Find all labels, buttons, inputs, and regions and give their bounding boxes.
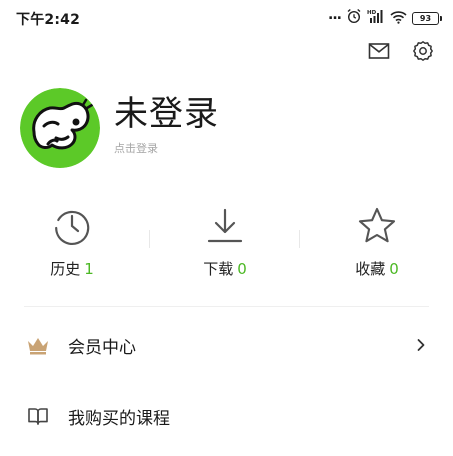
stat-divider (149, 230, 150, 248)
app-logo-icon (20, 88, 100, 168)
stat-download-label: 下载 0 (203, 260, 247, 278)
battery-icon: 93 (412, 11, 442, 25)
stat-download[interactable]: 下载 0 (165, 204, 285, 279)
svg-text:HD: HD (367, 10, 377, 16)
settings-icon[interactable] (411, 39, 435, 63)
book-icon (26, 404, 50, 428)
stats-bar: 历史 1 下载 0 收藏 0 (0, 204, 453, 284)
login-link[interactable]: 点击登录 (114, 140, 219, 156)
mail-icon[interactable] (367, 39, 391, 63)
stat-favorites[interactable]: 收藏 0 (317, 204, 437, 279)
profile-header: 未登录 点击登录 (20, 88, 219, 168)
avatar[interactable] (20, 88, 100, 168)
stat-history[interactable]: 历史 1 (12, 204, 132, 279)
stat-favorites-count: 0 (389, 260, 399, 278)
notification-dots: ... (328, 7, 342, 23)
menu-item-membership[interactable]: 会员中心 (0, 325, 453, 365)
stat-favorites-label: 收藏 0 (355, 260, 399, 278)
menu-item-purchased-courses[interactable]: 我购买的课程 (0, 396, 453, 436)
alarm-icon (346, 8, 362, 28)
stat-download-count: 0 (237, 260, 247, 278)
stat-history-count: 1 (84, 260, 94, 278)
status-bar: 下午2:42 ... HD 93 (0, 0, 453, 36)
menu-item-label: 会员中心 (68, 337, 136, 358)
chevron-right-icon (415, 337, 427, 353)
stat-history-label: 历史 1 (50, 260, 94, 278)
menu-item-label: 我购买的课程 (68, 408, 170, 429)
star-icon (317, 204, 437, 248)
download-icon (165, 204, 285, 248)
stat-divider (299, 230, 300, 248)
wifi-icon (390, 9, 407, 28)
login-status-title[interactable]: 未登录 (114, 92, 219, 136)
status-time: 下午2:42 (16, 12, 81, 28)
hd-signal-icon: HD (367, 8, 385, 28)
section-divider (24, 306, 429, 307)
status-icons: ... HD 93 (328, 7, 442, 28)
header-actions (367, 39, 435, 63)
clock-icon (12, 204, 132, 248)
crown-icon (26, 333, 50, 357)
